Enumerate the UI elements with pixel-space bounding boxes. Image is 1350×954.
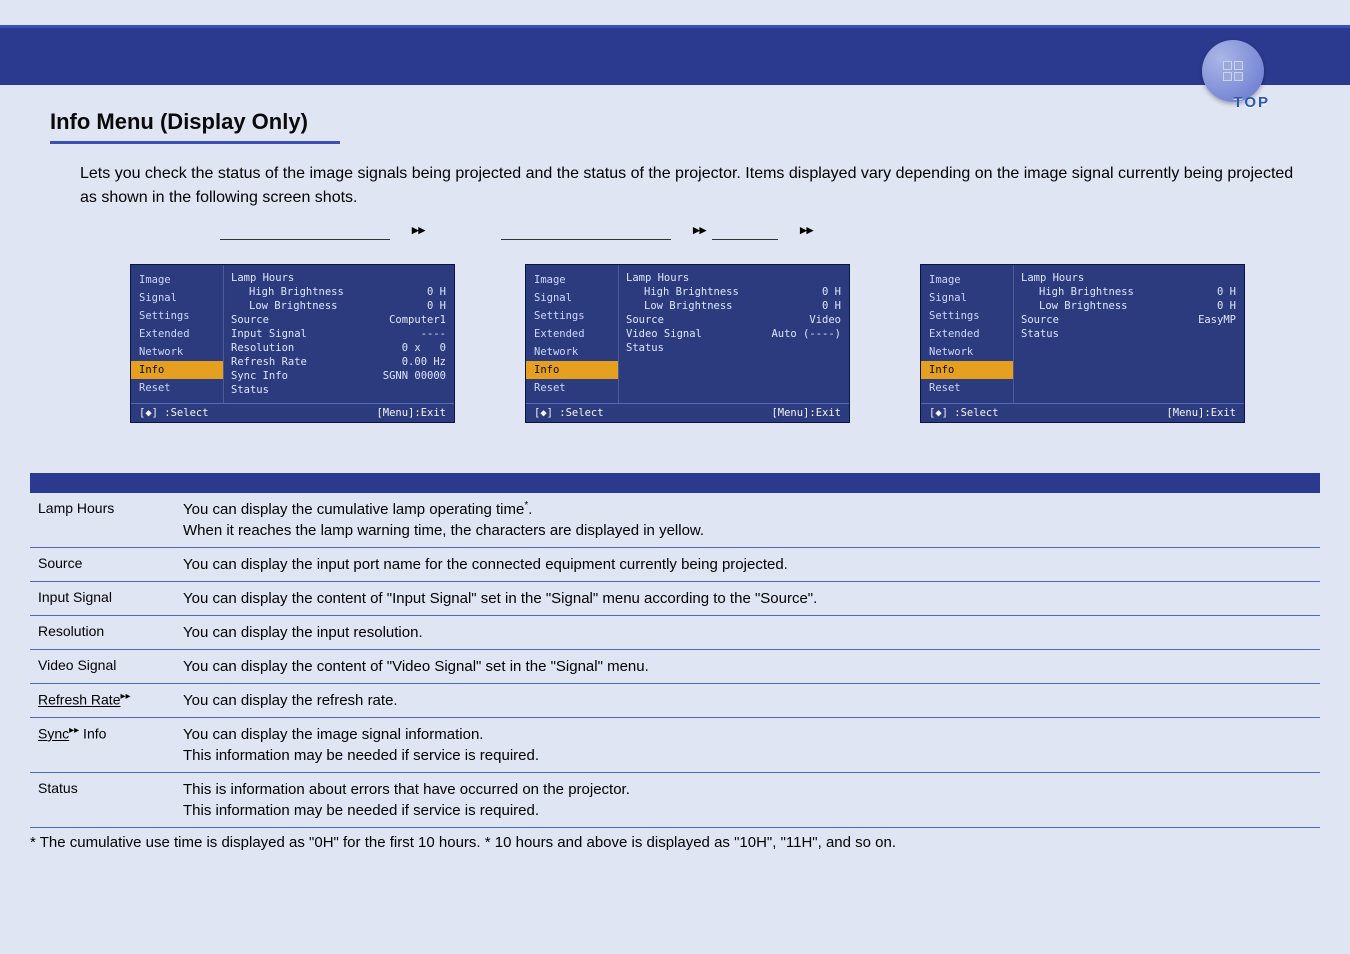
- sub-desc: You can display the content of "Video Si…: [175, 650, 1320, 684]
- osd-menu-item: Settings: [921, 307, 1013, 325]
- sub-desc: You can display the input port name for …: [175, 548, 1320, 582]
- osd-screens: ImageSignalSettingsExtendedNetworkInfoRe…: [130, 264, 1300, 423]
- sub-name: Sync▸▸ Info: [30, 718, 175, 773]
- footnote: * The cumulative use time is displayed a…: [30, 834, 1320, 851]
- sub-desc: You can display the image signal informa…: [175, 718, 1320, 773]
- osd-screen: ImageSignalSettingsExtendedNetworkInfoRe…: [130, 264, 455, 423]
- sub-desc: You can display the content of "Input Si…: [175, 582, 1320, 616]
- osd-menu-item: Extended: [131, 325, 223, 343]
- osd-menu-item: Signal: [131, 289, 223, 307]
- sub-name: Refresh Rate▸▸: [30, 684, 175, 718]
- title-rule: [50, 141, 340, 144]
- osd-menu-item: Reset: [526, 379, 618, 397]
- osd-menu-item: Info: [921, 361, 1013, 379]
- osd-menu-item: Reset: [921, 379, 1013, 397]
- osd-screen: ImageSignalSettingsExtendedNetworkInfoRe…: [920, 264, 1245, 423]
- osd-menu-item: Info: [131, 361, 223, 379]
- osd-menu-item: Info: [526, 361, 618, 379]
- sub-name: Resolution: [30, 616, 175, 650]
- sub-desc: You can display the refresh rate.: [175, 684, 1320, 718]
- osd-menu-item: Network: [526, 343, 618, 361]
- top-label: TOP: [1233, 94, 1270, 111]
- osd-menu-item: Settings: [131, 307, 223, 325]
- sub-name: Status: [30, 773, 175, 828]
- osd-menu-item: Signal: [921, 289, 1013, 307]
- sub-table-header: [30, 473, 1320, 493]
- intro-text: Lets you check the status of the image s…: [80, 162, 1300, 210]
- osd-menu-item: Extended: [526, 325, 618, 343]
- sub-name: Input Signal: [30, 582, 175, 616]
- page-title: Info Menu (Display Only): [50, 109, 1300, 135]
- sub-name: Lamp Hours: [30, 493, 175, 548]
- osd-menu-item: Image: [921, 271, 1013, 289]
- osd-menu-item: Image: [526, 271, 618, 289]
- sub-name: Source: [30, 548, 175, 582]
- osd-menu-item: Image: [131, 271, 223, 289]
- osd-menu-item: Extended: [921, 325, 1013, 343]
- sub-menu-table: Lamp HoursYou can display the cumulative…: [30, 493, 1320, 828]
- home-top-icon[interactable]: [1202, 40, 1264, 102]
- osd-menu-item: Settings: [526, 307, 618, 325]
- osd-menu-item: Network: [131, 343, 223, 361]
- osd-menu-item: Reset: [131, 379, 223, 397]
- sub-desc: You can display the cumulative lamp oper…: [175, 493, 1320, 548]
- osd-menu-item: Signal: [526, 289, 618, 307]
- tab-indicators: ▸▸ ▸▸ ▸▸: [220, 224, 1300, 240]
- sub-desc: This is information about errors that ha…: [175, 773, 1320, 828]
- osd-screen: ImageSignalSettingsExtendedNetworkInfoRe…: [525, 264, 850, 423]
- osd-menu-item: Network: [921, 343, 1013, 361]
- sub-name: Video Signal: [30, 650, 175, 684]
- sub-desc: You can display the input resolution.: [175, 616, 1320, 650]
